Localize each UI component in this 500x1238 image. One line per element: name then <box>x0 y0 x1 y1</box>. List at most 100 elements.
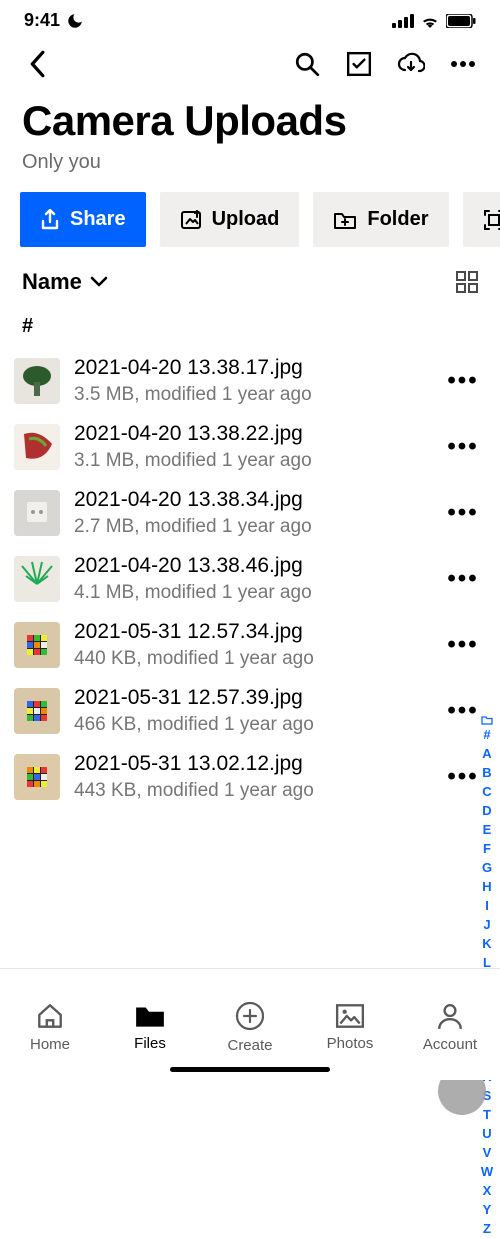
file-meta: 443 KB, modified 1 year ago <box>74 780 432 802</box>
index-letter[interactable]: K <box>482 934 491 953</box>
folder-icon <box>333 210 357 230</box>
share-label: Share <box>70 208 126 231</box>
file-name: 2021-05-31 13.02.12.jpg <box>74 752 432 776</box>
tab-create[interactable]: Create <box>200 969 300 1080</box>
index-letter[interactable]: G <box>482 858 492 877</box>
file-meta: 440 KB, modified 1 year ago <box>74 648 432 670</box>
home-icon <box>35 1002 65 1030</box>
share-button[interactable]: Share <box>20 192 146 247</box>
file-name: 2021-05-31 12.57.34.jpg <box>74 620 432 644</box>
section-header: # <box>0 309 500 348</box>
file-row[interactable]: 2021-05-31 12.57.39.jpg 466 KB, modified … <box>0 678 500 744</box>
more-button[interactable] <box>446 47 480 81</box>
file-name: 2021-04-20 13.38.46.jpg <box>74 554 432 578</box>
account-icon <box>436 1002 464 1030</box>
index-letter[interactable]: H <box>482 877 491 896</box>
file-meta: 466 KB, modified 1 year ago <box>74 714 432 736</box>
file-thumbnail <box>14 754 60 800</box>
sort-button[interactable]: Name <box>22 269 108 295</box>
file-name: 2021-04-20 13.38.34.jpg <box>74 488 432 512</box>
file-thumbnail <box>14 688 60 734</box>
index-letter[interactable]: U <box>482 1124 491 1143</box>
file-row[interactable]: 2021-05-31 12.57.34.jpg 440 KB, modified … <box>0 612 500 678</box>
upload-label: Upload <box>212 208 280 231</box>
index-folder-icon[interactable] <box>481 715 493 725</box>
index-letter[interactable]: Z <box>483 1219 491 1238</box>
page-title: Camera Uploads <box>0 89 500 147</box>
download-button[interactable] <box>394 47 428 81</box>
file-name: 2021-04-20 13.38.22.jpg <box>74 422 432 446</box>
index-letter[interactable]: W <box>481 1162 493 1181</box>
index-letter[interactable]: X <box>483 1181 492 1200</box>
grid-view-button[interactable] <box>456 271 478 293</box>
folder-button[interactable]: Folder <box>313 192 448 247</box>
index-letter[interactable]: T <box>483 1105 491 1124</box>
upload-button[interactable]: Upload <box>160 192 300 247</box>
home-indicator[interactable] <box>170 1067 330 1072</box>
back-button[interactable] <box>20 47 54 81</box>
file-thumbnail <box>14 424 60 470</box>
file-row[interactable]: 2021-04-20 13.38.34.jpg 2.7 MB, modified … <box>0 480 500 546</box>
file-name: 2021-04-20 13.38.17.jpg <box>74 356 432 380</box>
tab-photos-label: Photos <box>327 1035 374 1052</box>
file-more-button[interactable]: ••• <box>446 367 480 395</box>
search-button[interactable] <box>290 47 324 81</box>
tab-files[interactable]: Files <box>100 969 200 1080</box>
folder-filled-icon <box>134 1003 166 1029</box>
status-time: 9:41 <box>24 10 60 31</box>
file-meta: 4.1 MB, modified 1 year ago <box>74 582 432 604</box>
scan-icon <box>483 209 500 231</box>
index-letter[interactable]: E <box>483 820 492 839</box>
cellular-icon <box>392 14 414 28</box>
battery-icon <box>446 14 476 28</box>
index-letter[interactable]: F <box>483 839 491 858</box>
file-name: 2021-05-31 12.57.39.jpg <box>74 686 432 710</box>
file-row[interactable]: 2021-04-20 13.38.22.jpg 3.1 MB, modified … <box>0 414 500 480</box>
file-meta: 2.7 MB, modified 1 year ago <box>74 516 432 538</box>
photos-icon <box>335 1003 365 1029</box>
chevron-down-icon <box>90 276 108 288</box>
file-more-button[interactable]: ••• <box>446 565 480 593</box>
file-meta: 3.5 MB, modified 1 year ago <box>74 384 432 406</box>
tab-create-label: Create <box>227 1037 272 1054</box>
share-icon <box>40 209 60 231</box>
index-letter[interactable]: J <box>483 915 490 934</box>
index-letter[interactable]: A <box>482 744 491 763</box>
moon-icon <box>66 12 84 30</box>
index-letter[interactable]: V <box>483 1143 492 1162</box>
plus-circle-icon <box>235 1001 265 1031</box>
index-letter[interactable]: # <box>483 725 490 744</box>
status-bar: 9:41 <box>0 0 500 35</box>
file-row[interactable]: 2021-04-20 13.38.46.jpg 4.1 MB, modified … <box>0 546 500 612</box>
file-more-button[interactable]: ••• <box>446 763 480 791</box>
tab-home[interactable]: Home <box>0 969 100 1080</box>
file-more-button[interactable]: ••• <box>446 433 480 461</box>
select-button[interactable] <box>342 47 376 81</box>
file-more-button[interactable]: ••• <box>446 697 480 725</box>
wifi-icon <box>420 14 440 28</box>
scan-button[interactable]: S <box>463 192 500 247</box>
tab-photos[interactable]: Photos <box>300 969 400 1080</box>
file-meta: 3.1 MB, modified 1 year ago <box>74 450 432 472</box>
index-letter[interactable]: D <box>482 801 491 820</box>
tab-files-label: Files <box>134 1035 166 1052</box>
tab-account-label: Account <box>423 1036 477 1053</box>
index-letter[interactable]: C <box>482 782 491 801</box>
index-letter[interactable]: Y <box>483 1200 492 1219</box>
file-row[interactable]: 2021-05-31 13.02.12.jpg 443 KB, modified … <box>0 744 500 810</box>
index-letter[interactable]: I <box>485 896 489 915</box>
file-row[interactable]: 2021-04-20 13.38.17.jpg 3.5 MB, modified … <box>0 348 500 414</box>
index-letter[interactable]: B <box>482 763 491 782</box>
upload-icon <box>180 210 202 230</box>
folder-label: Folder <box>367 208 428 231</box>
file-thumbnail <box>14 622 60 668</box>
tab-home-label: Home <box>30 1036 70 1053</box>
tab-account[interactable]: Account <box>400 969 500 1080</box>
file-more-button[interactable]: ••• <box>446 631 480 659</box>
page-subtitle: Only you <box>0 147 500 192</box>
file-thumbnail <box>14 358 60 404</box>
file-more-button[interactable]: ••• <box>446 499 480 527</box>
file-thumbnail <box>14 556 60 602</box>
file-thumbnail <box>14 490 60 536</box>
sort-label: Name <box>22 269 82 295</box>
